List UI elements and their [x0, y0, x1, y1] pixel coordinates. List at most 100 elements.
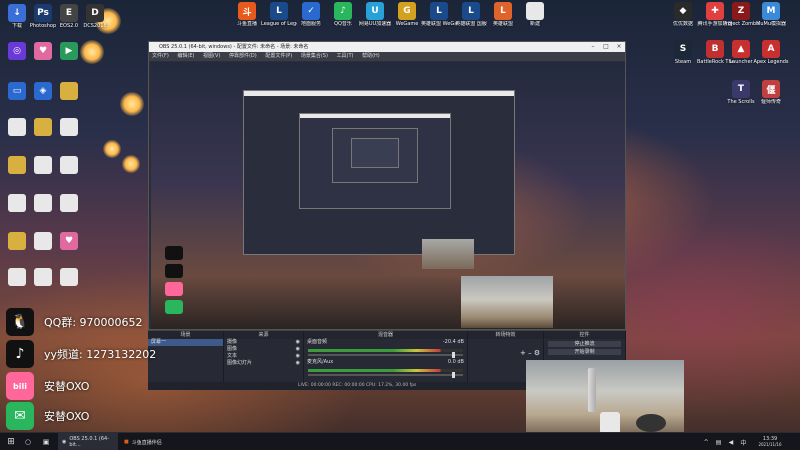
volume-icon[interactable]: ◀: [729, 439, 734, 446]
folder-icon: ↓: [8, 4, 26, 22]
audio-meter: [308, 349, 463, 352]
contact-bilibili: bili 安替OXO: [6, 372, 89, 400]
desktop-icon[interactable]: S Steam: [666, 40, 700, 65]
desktop-icon[interactable]: 斗 斗鱼直播: [230, 2, 264, 27]
scene-item[interactable]: 屏幕一: [148, 339, 223, 346]
close-button[interactable]: ×: [613, 42, 625, 52]
app-icon: ◆: [674, 2, 692, 20]
desktop-icon[interactable]: [52, 118, 86, 136]
obs-preview-canvas[interactable]: [151, 62, 625, 329]
desktop-icon[interactable]: [52, 156, 86, 174]
nested-webcam: [422, 239, 474, 269]
desktop-icon[interactable]: ♥: [52, 232, 86, 250]
nested-obs-preview: [332, 128, 418, 183]
menu-tools[interactable]: 工具(T): [337, 53, 354, 59]
clock[interactable]: 13:39 2021/11/16: [752, 433, 788, 450]
preview-contact: [165, 282, 183, 296]
lantern: [122, 155, 140, 173]
obs-title-bar[interactable]: OBS 25.0.1 (64-bit, windows) - 配置文件: 未命名…: [149, 42, 625, 52]
desktop-icon[interactable]: ♪ QQ音乐: [326, 2, 360, 27]
menu-profile[interactable]: 配置文件(P): [265, 53, 292, 59]
source-item[interactable]: 图像幻灯片 ◉: [224, 360, 303, 367]
source-item[interactable]: 摄像 ◉: [224, 339, 303, 346]
volume-slider[interactable]: [308, 352, 463, 358]
lantern: [120, 92, 144, 116]
app-icon: L: [270, 2, 288, 20]
stop-stream-button[interactable]: 停止推流: [548, 341, 621, 347]
desktop-icon[interactable]: M MuMu模拟器: [754, 2, 788, 27]
task-view-icon[interactable]: ▣: [40, 433, 52, 450]
file-icon: [526, 2, 544, 20]
preview-contact: [165, 300, 183, 314]
desktop-icon[interactable]: 偃 偃师传奇: [754, 80, 788, 105]
app-icon: ▲: [732, 40, 750, 58]
eye-icon[interactable]: ◉: [296, 360, 300, 367]
desktop-icon[interactable]: ◆ 优优数据: [666, 2, 700, 27]
mixer-dock[interactable]: 混音器 桌面音频 -20.4 dB 麦克风/Aux 0.0 dB: [304, 331, 468, 383]
minimize-button[interactable]: –: [587, 42, 599, 52]
sources-header: 来源: [224, 331, 303, 339]
taskbar-obs[interactable]: ◉ OBS 25.0.1 (64-bit...: [58, 433, 118, 450]
taskbar-douyu[interactable]: ■ 斗鱼直播伴侣: [120, 433, 170, 450]
desktop-icon[interactable]: G WeGame: [390, 2, 424, 27]
desktop-icon[interactable]: [52, 268, 86, 286]
start-recording-button[interactable]: 开始录制: [548, 349, 621, 355]
network-icon[interactable]: ▤: [716, 439, 722, 446]
source-item[interactable]: 图像 ◉: [224, 346, 303, 353]
nested-obs-preview: [351, 138, 399, 168]
lol-icon: L: [462, 2, 480, 20]
file-icon: [60, 118, 78, 136]
add-icon[interactable]: + – ⚙: [468, 339, 543, 357]
desktop-icon[interactable]: [52, 82, 86, 100]
obs-window[interactable]: OBS 25.0.1 (64-bit, windows) - 配置文件: 未命名…: [148, 41, 626, 330]
desktop-icon[interactable]: D DCS2018: [78, 4, 112, 29]
app-icon: E: [60, 4, 78, 22]
desktop-icon[interactable]: ✓ 地面服务: [294, 2, 328, 27]
douyu-icon: 斗: [238, 2, 256, 20]
desktop-icon[interactable]: ▶: [52, 42, 86, 60]
contact-wechat: ✉ 安替OXO: [6, 402, 89, 430]
webcam-bowl: [636, 414, 666, 432]
desktop-icon[interactable]: U 网易UU加速器: [358, 2, 392, 27]
webcam-bottle: [588, 368, 596, 412]
nested-obs-preview: [299, 113, 451, 209]
apex-icon: A: [762, 40, 780, 58]
ime-icon[interactable]: 中: [740, 438, 746, 447]
desktop-icon[interactable]: [52, 194, 86, 212]
desktop-icon[interactable]: A Apex Legends: [753, 40, 789, 65]
eye-icon[interactable]: ◉: [296, 339, 300, 346]
menu-view[interactable]: 视图(V): [203, 53, 220, 59]
lol-icon: L: [494, 2, 512, 20]
wegame-icon: G: [398, 2, 416, 20]
desktop-icon[interactable]: L 英雄联盟 国服: [454, 2, 488, 27]
search-icon[interactable]: ○: [22, 433, 34, 450]
scenes-dock[interactable]: 场景 屏幕一: [148, 331, 224, 383]
menu-docks[interactable]: 停靠部件(D): [229, 53, 257, 59]
tray-icons[interactable]: ^ ▤ ◀ 中: [700, 433, 750, 450]
sources-dock[interactable]: 来源 摄像 ◉ 图像 ◉ 文本 ◉ 图像幻灯片 ◉: [224, 331, 304, 383]
preview-contact: [165, 246, 183, 260]
source-item[interactable]: 文本 ◉: [224, 353, 303, 360]
menu-file[interactable]: 文件(F): [152, 53, 169, 59]
desktop-icon[interactable]: L League of Legends: [261, 2, 297, 27]
maximize-button[interactable]: □: [600, 42, 612, 52]
menu-edit[interactable]: 编辑(E): [177, 53, 194, 59]
file-icon: [60, 194, 78, 212]
file-icon: [34, 194, 52, 212]
desktop-icon[interactable]: 新建: [518, 2, 552, 27]
desktop-icon[interactable]: L 英雄联盟 WeGame版: [421, 2, 457, 27]
start-button[interactable]: ⊞: [4, 433, 18, 450]
app-icon: ◎: [8, 42, 26, 60]
menu-scene-collection[interactable]: 场景集合(S): [301, 53, 328, 59]
eye-icon[interactable]: ◉: [296, 346, 300, 353]
app-icon: ♥: [60, 232, 78, 250]
folder-icon: [8, 156, 26, 174]
eye-icon[interactable]: ◉: [296, 353, 300, 360]
volume-slider[interactable]: [308, 372, 463, 378]
chevron-up-icon[interactable]: ^: [704, 439, 709, 446]
clock-date: 2021/11/16: [758, 442, 782, 447]
audio-meter: [308, 369, 463, 372]
app-icon: ✚: [706, 2, 724, 20]
menu-help[interactable]: 帮助(H): [362, 53, 380, 59]
desktop-icon[interactable]: L 英雄联盟: [486, 2, 520, 27]
